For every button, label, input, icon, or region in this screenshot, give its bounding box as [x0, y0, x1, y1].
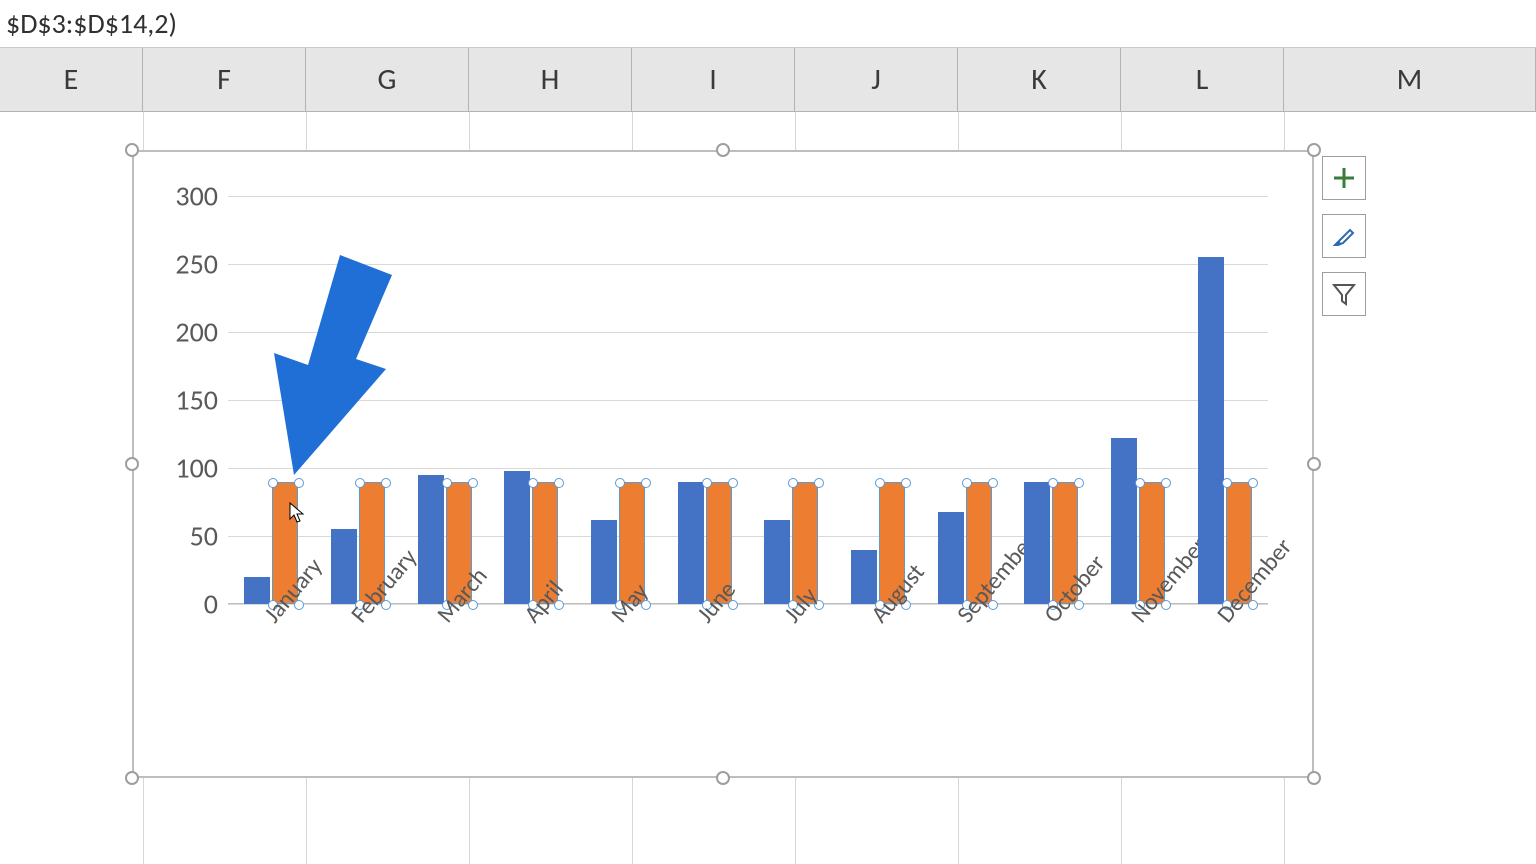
bar-series1[interactable]: [851, 550, 877, 604]
series-selection-handle[interactable]: [615, 478, 625, 488]
selection-handle[interactable]: [125, 457, 139, 471]
y-tick-label: 200: [175, 315, 218, 350]
column-header-I[interactable]: I: [632, 48, 795, 112]
bar-series1[interactable]: [418, 475, 444, 604]
column-header-G[interactable]: G: [306, 48, 469, 112]
bar-series1[interactable]: [938, 512, 964, 604]
series-selection-handle[interactable]: [528, 478, 538, 488]
y-tick-label: 0: [204, 587, 218, 622]
series-selection-handle[interactable]: [554, 478, 564, 488]
selection-handle[interactable]: [1307, 771, 1321, 785]
selection-handle[interactable]: [716, 771, 730, 785]
series-selection-handle[interactable]: [1135, 478, 1145, 488]
category-group: [575, 196, 662, 604]
bar-series1[interactable]: [1024, 482, 1050, 604]
category-group: [1095, 196, 1182, 604]
bar-series1[interactable]: [1198, 257, 1224, 604]
selection-handle[interactable]: [716, 143, 730, 157]
y-tick-label: 300: [175, 179, 218, 214]
category-group: [488, 196, 575, 604]
y-tick-label: 100: [175, 451, 218, 486]
category-group: [315, 196, 402, 604]
bar-series1[interactable]: [1111, 438, 1137, 604]
series-selection-handle[interactable]: [728, 478, 738, 488]
funnel-icon: [1331, 281, 1357, 307]
formula-bar[interactable]: $D$3:$D$14,2): [0, 0, 1536, 48]
series-selection-handle[interactable]: [641, 478, 651, 488]
bar-series1[interactable]: [764, 520, 790, 604]
y-tick-label: 50: [190, 519, 218, 554]
brush-icon: [1330, 222, 1358, 250]
column-header-H[interactable]: H: [469, 48, 632, 112]
category-group: [661, 196, 748, 604]
series-selection-handle[interactable]: [1048, 478, 1058, 488]
series-selection-handle[interactable]: [355, 478, 365, 488]
series-selection-handle[interactable]: [294, 478, 304, 488]
chart-object[interactable]: 050100150200250300JanuaryFebruaryMarchAp…: [132, 150, 1314, 778]
series-selection-handle[interactable]: [788, 478, 798, 488]
y-tick-label: 150: [175, 383, 218, 418]
chart-elements-button[interactable]: [1322, 156, 1366, 200]
selection-handle[interactable]: [1307, 457, 1321, 471]
selection-handle[interactable]: [125, 771, 139, 785]
category-group: [748, 196, 835, 604]
selection-handle[interactable]: [125, 143, 139, 157]
column-headers-row: EFGHIJKLM: [0, 48, 1536, 112]
series-selection-handle[interactable]: [901, 478, 911, 488]
column-header-J[interactable]: J: [795, 48, 958, 112]
category-group: [401, 196, 488, 604]
series-selection-handle[interactable]: [875, 478, 885, 488]
series-selection-handle[interactable]: [1074, 478, 1084, 488]
series-selection-handle[interactable]: [1222, 478, 1232, 488]
category-group: [228, 196, 315, 604]
series-selection-handle[interactable]: [962, 478, 972, 488]
series-selection-handle[interactable]: [1248, 478, 1258, 488]
bar-series1[interactable]: [504, 471, 530, 604]
bar-series1[interactable]: [678, 482, 704, 604]
series-selection-handle[interactable]: [381, 478, 391, 488]
column-header-E[interactable]: E: [0, 48, 143, 112]
column-header-K[interactable]: K: [958, 48, 1121, 112]
column-header-L[interactable]: L: [1121, 48, 1284, 112]
series-selection-handle[interactable]: [442, 478, 452, 488]
chart-filters-button[interactable]: [1322, 272, 1366, 316]
plus-icon: [1331, 165, 1357, 191]
category-group: [1181, 196, 1268, 604]
series-selection-handle[interactable]: [702, 478, 712, 488]
selection-handle[interactable]: [1307, 143, 1321, 157]
chart-styles-button[interactable]: [1322, 214, 1366, 258]
formula-bar-text: $D$3:$D$14,2): [6, 6, 177, 41]
plot-area[interactable]: 050100150200250300JanuaryFebruaryMarchAp…: [228, 196, 1268, 604]
series-selection-handle[interactable]: [1161, 478, 1171, 488]
column-header-F[interactable]: F: [143, 48, 306, 112]
category-group: [921, 196, 1008, 604]
category-group: [835, 196, 922, 604]
series-selection-handle[interactable]: [988, 478, 998, 488]
bar-series1[interactable]: [591, 520, 617, 604]
series-selection-handle[interactable]: [468, 478, 478, 488]
y-tick-label: 250: [175, 247, 218, 282]
category-group: [1008, 196, 1095, 604]
bar-series1[interactable]: [331, 529, 357, 604]
series-selection-handle[interactable]: [814, 478, 824, 488]
column-header-M[interactable]: M: [1284, 48, 1536, 112]
series-selection-handle[interactable]: [268, 478, 278, 488]
